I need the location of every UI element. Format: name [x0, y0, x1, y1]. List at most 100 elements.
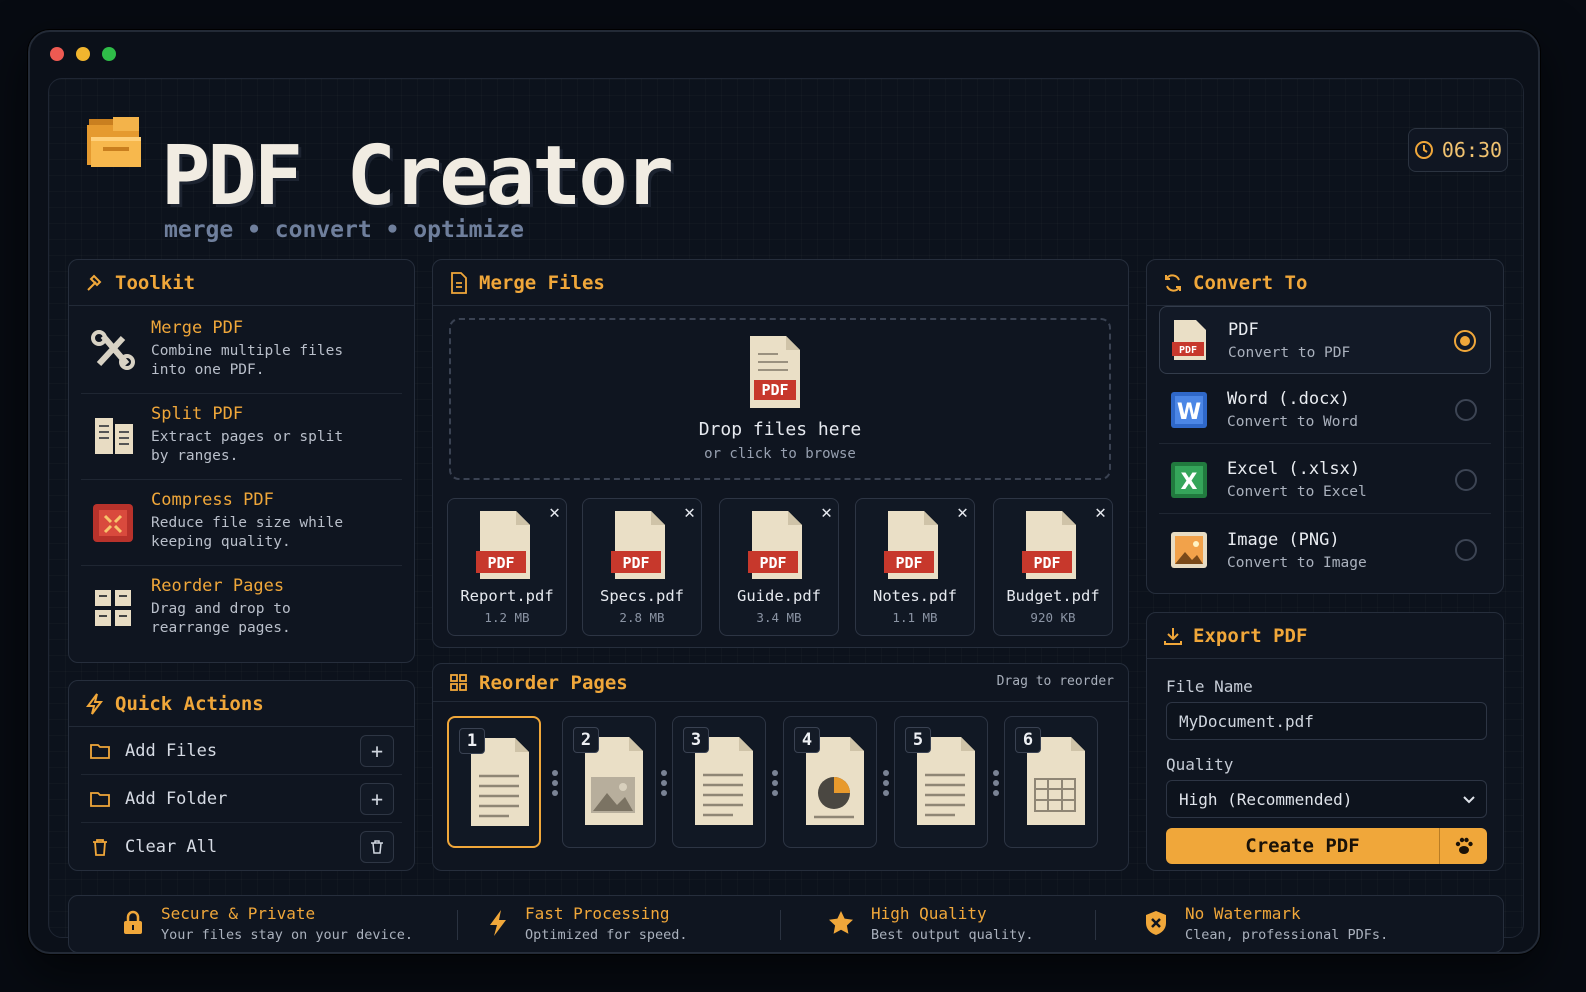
pdf-badge-text: PDF: [895, 554, 922, 572]
quick-actions-title: Quick Actions: [115, 692, 264, 715]
toolkit-item-title: Compress PDF: [151, 490, 274, 510]
page-thumbnail[interactable]: 3: [672, 716, 766, 848]
maximize-window-button[interactable]: [102, 47, 116, 61]
file-card[interactable]: PDF ✕ Guide.pdf 3.4 MB: [719, 498, 839, 636]
page-thumbnail[interactable]: 2: [562, 716, 656, 848]
convert-option-title: Image (PNG): [1227, 529, 1340, 550]
page-thumbnail[interactable]: 1: [447, 716, 541, 848]
drop-title: Drop files here: [698, 419, 862, 440]
time-badge: 06:30: [1408, 128, 1508, 172]
quick-action-label: Add Folder: [125, 788, 228, 809]
remove-file-icon[interactable]: ✕: [1095, 502, 1106, 523]
pdf-badge-text: PDF: [761, 381, 788, 399]
compress-icon: [93, 504, 133, 542]
file-card[interactable]: PDF ✕ Notes.pdf 1.1 MB: [855, 498, 975, 636]
toolkit-item-desc: Reduce file size while keeping quality.: [151, 515, 344, 550]
file-card[interactable]: PDF ✕ Specs.pdf 2.8 MB: [582, 498, 702, 636]
file-name-label: File Name: [1166, 677, 1253, 696]
convert-option-title: Word (.docx): [1227, 389, 1350, 409]
quality-select[interactable]: High (Recommended): [1166, 780, 1487, 818]
page-number: 6: [1015, 727, 1041, 753]
quick-action-add-files[interactable]: Add Files +: [81, 727, 402, 775]
toolkit-item-desc: Combine multiple files into one PDF.: [151, 343, 344, 378]
excel-icon: X: [1171, 461, 1207, 498]
close-window-button[interactable]: [50, 47, 64, 61]
merge-files-title: Merge Files: [479, 271, 605, 294]
remove-file-icon[interactable]: ✕: [549, 502, 560, 523]
convert-to-title: Convert To: [1193, 271, 1308, 294]
add-files-button[interactable]: +: [360, 734, 394, 767]
toolkit-item-reorder[interactable]: Reorder Pages Drag and drop to rearrange …: [81, 566, 402, 652]
remove-file-icon[interactable]: ✕: [821, 502, 832, 523]
drag-handle-icon[interactable]: [993, 770, 999, 796]
app-window: PDF Creator merge • convert • optimize 0…: [28, 30, 1540, 954]
drag-handle-icon[interactable]: [661, 770, 667, 796]
convert-to-panel: Convert To PDF PDF Convert to PDF W Word …: [1146, 259, 1504, 594]
toolkit-item-compress[interactable]: Compress PDF Reduce file size while keepi…: [81, 480, 402, 566]
convert-to-header: Convert To: [1147, 260, 1503, 306]
export-pdf-header: Export PDF: [1147, 613, 1503, 659]
toolkit-item-desc: Drag and drop to rearrange pages.: [151, 601, 291, 636]
file-card[interactable]: PDF ✕ Report.pdf 1.2 MB: [447, 498, 567, 636]
file-dropzone[interactable]: PDF Drop files here or click to browse: [449, 318, 1111, 480]
export-pdf-title: Export PDF: [1193, 624, 1308, 647]
feature-watermark: No Watermark Clean, professional PDFs.: [1143, 896, 1388, 950]
grid-icon: [450, 673, 467, 691]
toolkit-item-split[interactable]: Split PDF Extract pages or split by range…: [81, 394, 402, 480]
image-icon: [1171, 532, 1207, 568]
drag-handle-icon[interactable]: [552, 770, 558, 796]
quick-action-label: Add Files: [125, 740, 218, 761]
create-pdf-button[interactable]: Create PDF: [1166, 828, 1487, 864]
feature-title: High Quality: [871, 903, 987, 923]
convert-radio[interactable]: [1455, 539, 1477, 561]
drag-handle-icon[interactable]: [772, 770, 778, 796]
pdf-file-icon: PDF: [750, 336, 800, 408]
feature-desc: Your files stay on your device.: [161, 926, 413, 943]
hammer-icon: [87, 274, 102, 291]
convert-option-pdf[interactable]: PDF PDF Convert to PDF: [1159, 306, 1491, 374]
excel-badge-text: X: [1181, 470, 1198, 495]
word-icon: W: [1171, 391, 1207, 428]
convert-radio-selected[interactable]: [1454, 330, 1476, 352]
convert-option-image[interactable]: Image (PNG) Convert to Image: [1159, 516, 1491, 584]
page-thumbnail[interactable]: 5: [894, 716, 988, 848]
plus-icon: +: [370, 786, 384, 811]
toolkit-item-merge[interactable]: Merge PDF Combine multiple files into one…: [81, 308, 402, 394]
export-pdf-panel: Export PDF File Name Quality High (Recom…: [1146, 612, 1504, 871]
page-number: 4: [794, 727, 820, 753]
app-title: PDF Creator: [161, 129, 674, 224]
convert-option-excel[interactable]: X Excel (.xlsx) Convert to Excel: [1159, 446, 1491, 514]
divider: [1095, 910, 1096, 940]
feature-desc: Optimized for speed.: [525, 926, 688, 943]
convert-option-word[interactable]: W Word (.docx) Convert to Word: [1159, 376, 1491, 444]
convert-radio[interactable]: [1455, 399, 1477, 421]
file-name-input[interactable]: [1166, 702, 1487, 740]
drag-hint: Drag to reorder: [996, 674, 1114, 689]
convert-option-sub: Convert to Word: [1227, 414, 1358, 430]
drag-handle-icon[interactable]: [883, 770, 889, 796]
clear-all-button[interactable]: [360, 831, 394, 863]
lightning-icon: [86, 692, 103, 715]
remove-file-icon[interactable]: ✕: [684, 502, 695, 523]
page-number: 5: [905, 727, 931, 753]
file-name: Specs.pdf: [600, 587, 684, 605]
remove-file-icon[interactable]: ✕: [957, 502, 968, 523]
pdf-file-icon: PDF: [1172, 320, 1206, 360]
reorder-pages-header: Reorder Pages Drag to reorder: [433, 664, 1128, 702]
convert-radio[interactable]: [1455, 469, 1477, 491]
quality-value: High (Recommended): [1179, 789, 1353, 809]
file-card[interactable]: PDF ✕ Budget.pdf 920 KB: [993, 498, 1113, 636]
quick-action-add-folder[interactable]: Add Folder +: [81, 775, 402, 823]
file-name: Report.pdf: [460, 587, 554, 605]
merge-files-header: Merge Files: [433, 260, 1128, 306]
file-size: 1.1 MB: [892, 610, 938, 625]
page-thumbnail[interactable]: 4: [783, 716, 877, 848]
merge-document-icon: [451, 271, 467, 294]
page-thumbnail[interactable]: 6: [1004, 716, 1098, 848]
minimize-window-button[interactable]: [76, 47, 90, 61]
quick-action-clear-all[interactable]: Clear All: [81, 823, 402, 871]
paw-icon[interactable]: [1440, 828, 1487, 864]
lightning-icon: [490, 910, 506, 936]
lock-icon: [124, 910, 142, 934]
add-folder-button[interactable]: +: [360, 782, 394, 815]
